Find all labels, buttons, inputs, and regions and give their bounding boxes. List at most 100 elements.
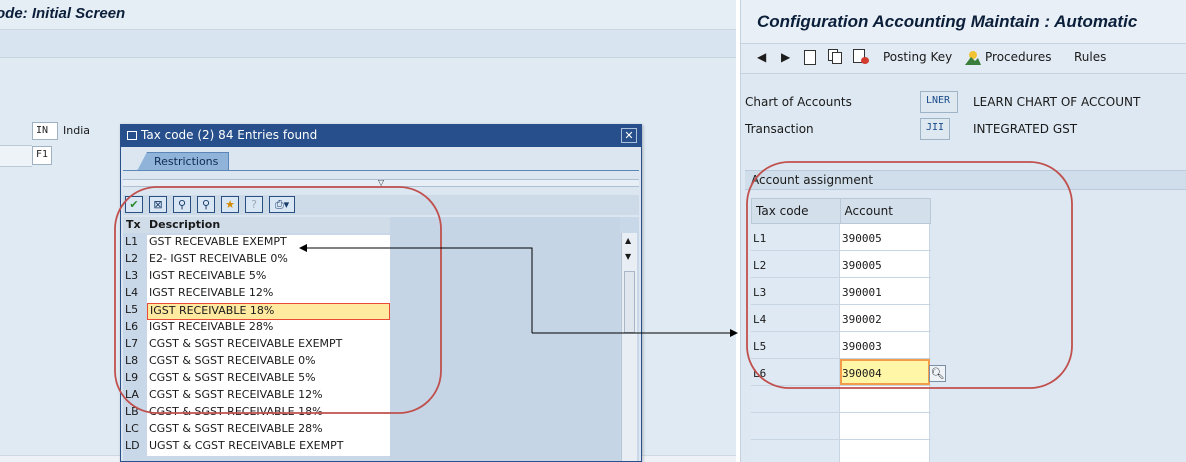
help-icon[interactable]: ? bbox=[245, 196, 263, 213]
description-cell: IGST RECEIVABLE 18% bbox=[147, 303, 390, 320]
rules-button[interactable]: Rules bbox=[1074, 50, 1106, 64]
description-cell: CGST & SGST RECEIVABLE EXEMPT bbox=[147, 337, 390, 354]
table-row: L5 390003 bbox=[751, 332, 931, 359]
list-item[interactable]: L6 IGST RECEIVABLE 28% bbox=[123, 319, 390, 337]
right-title-bar: Configuration Accounting Maintain : Auto… bbox=[741, 0, 1186, 44]
tax-code-cell: L6 bbox=[751, 359, 840, 385]
tax-code-cell: L1 bbox=[751, 224, 840, 250]
scroll-thumb[interactable] bbox=[624, 271, 635, 333]
expand-toggle-icon[interactable]: ▽ bbox=[378, 178, 384, 187]
tax-code-cell: LD bbox=[125, 439, 140, 452]
col-tax-code-header[interactable]: Tax code bbox=[752, 199, 841, 223]
header-tx[interactable]: Tx bbox=[126, 218, 141, 231]
account-input[interactable]: 390005 bbox=[840, 224, 930, 250]
right-screen: Configuration Accounting Maintain : Auto… bbox=[740, 0, 1186, 462]
tax-code-dialog: Tax code (2) 84 Entries found ✕ Restrict… bbox=[120, 124, 642, 462]
tax-code-cell: L4 bbox=[751, 305, 840, 331]
table-row: L3 390001 bbox=[751, 278, 931, 305]
tax-code-cell: L5 bbox=[125, 303, 139, 316]
description-cell: CGST & SGST RECEIVABLE 12% bbox=[147, 388, 390, 405]
list-item[interactable]: L4 IGST RECEIVABLE 12% bbox=[123, 285, 390, 303]
check-icon[interactable]: ✔ bbox=[125, 196, 143, 213]
tax-code-cell: L1 bbox=[125, 235, 139, 248]
tax-code-cell: L6 bbox=[125, 320, 139, 333]
cancel-icon[interactable]: ⊠ bbox=[149, 196, 167, 213]
col-account-header[interactable]: Account bbox=[841, 199, 931, 223]
account-input[interactable]: 390005 bbox=[840, 251, 930, 277]
description-cell: CGST & SGST RECEIVABLE 28% bbox=[147, 422, 390, 439]
table-row-empty bbox=[751, 440, 931, 462]
previous-icon[interactable]: ◀ bbox=[757, 50, 766, 64]
dialog-title: Tax code (2) 84 Entries found bbox=[141, 128, 318, 142]
search-help-icon[interactable]: 🔍︎ bbox=[929, 365, 946, 382]
find-icon[interactable]: ⚲ bbox=[173, 196, 191, 213]
favorite-add-icon[interactable]: ★ bbox=[221, 196, 239, 213]
list-item[interactable]: L9 CGST & SGST RECEIVABLE 5% bbox=[123, 370, 390, 388]
scroll-up-icon[interactable]: ▲ bbox=[625, 236, 631, 245]
account-input[interactable]: 390002 bbox=[840, 305, 930, 331]
table-row: L4 390002 bbox=[751, 305, 931, 332]
table-row-empty bbox=[751, 386, 931, 413]
list-header: Tx Description bbox=[123, 217, 390, 233]
left-screen-title: ode: Initial Screen bbox=[0, 5, 126, 22]
close-icon[interactable]: ✕ bbox=[621, 128, 637, 143]
list-item[interactable]: L8 CGST & SGST RECEIVABLE 0% bbox=[123, 353, 390, 371]
table-row: L6 390004 bbox=[751, 359, 931, 386]
list-item[interactable]: LD UGST & CGST RECEIVABLE EXEMPT bbox=[123, 438, 390, 456]
transaction-label: Transaction bbox=[745, 122, 814, 136]
tax-code-cell: LB bbox=[125, 405, 139, 418]
tax-code-cell: L7 bbox=[125, 337, 139, 350]
tax-code-cell: L5 bbox=[751, 332, 840, 358]
country-code-field[interactable]: IN bbox=[32, 122, 58, 140]
account-input[interactable]: 390003 bbox=[840, 332, 930, 358]
tax-code-cell: L9 bbox=[125, 371, 139, 384]
list-item[interactable]: LC CGST & SGST RECEIVABLE 28% bbox=[123, 421, 390, 439]
description-cell: UGST & CGST RECEIVABLE EXEMPT bbox=[147, 439, 390, 456]
vertical-scrollbar[interactable]: ▲ ▼ bbox=[621, 233, 637, 461]
table-row-empty bbox=[751, 413, 931, 440]
list-item[interactable]: L5 IGST RECEIVABLE 18% bbox=[123, 302, 390, 320]
tab-restrictions[interactable]: Restrictions bbox=[137, 152, 229, 171]
right-toolbar: ◀ ▶ Posting Key Procedures Rules bbox=[741, 44, 1186, 74]
description-cell: IGST RECEIVABLE 12% bbox=[147, 286, 390, 303]
list-item[interactable]: L1 GST RECEVABLE EXEMPT bbox=[123, 234, 390, 252]
chart-of-accounts-field[interactable]: LNER bbox=[920, 91, 958, 113]
account-input[interactable]: 390001 bbox=[840, 278, 930, 304]
account-assignment-table: Tax code Account L1 390005 L2 390005 L3 39000… bbox=[751, 198, 931, 462]
chart-of-accounts-label: Chart of Accounts bbox=[745, 95, 852, 109]
description-cell: CGST & SGST RECEIVABLE 5% bbox=[147, 371, 390, 388]
list-item[interactable]: L7 CGST & SGST RECEIVABLE EXEMPT bbox=[123, 336, 390, 354]
table-row: L2 390005 bbox=[751, 251, 931, 278]
next-icon[interactable]: ▶ bbox=[781, 50, 790, 64]
copy-icon[interactable] bbox=[828, 49, 842, 64]
second-field[interactable]: F1 bbox=[32, 146, 52, 165]
find-next-icon[interactable]: ⚲ bbox=[197, 196, 215, 213]
account-input[interactable]: 390004 bbox=[840, 359, 930, 385]
table-row: L1 390005 bbox=[751, 224, 931, 251]
print-icon[interactable]: ⎙▾ bbox=[269, 196, 295, 213]
list-item[interactable]: LA CGST & SGST RECEIVABLE 12% bbox=[123, 387, 390, 405]
list-item[interactable]: L3 IGST RECEIVABLE 5% bbox=[123, 268, 390, 286]
posting-key-button[interactable]: Posting Key bbox=[883, 50, 952, 64]
tax-code-cell: L3 bbox=[751, 278, 840, 304]
chart-of-accounts-text: LEARN CHART OF ACCOUNT bbox=[973, 95, 1141, 109]
left-title-bar: ode: Initial Screen bbox=[0, 0, 736, 30]
tax-code-list: Tx Description L1 GST RECEVABLE EXEMPT L2 E… bbox=[123, 217, 639, 461]
country-name-text: India bbox=[63, 124, 90, 137]
tax-code-cell: LC bbox=[125, 422, 139, 435]
dialog-icon-bar: ✔ ⊠ ⚲ ⚲ ★ ? ⎙▾ bbox=[123, 195, 639, 215]
header-description[interactable]: Description bbox=[149, 218, 220, 231]
tax-code-cell: L2 bbox=[125, 252, 139, 265]
new-entry-icon[interactable] bbox=[804, 50, 816, 65]
description-cell: CGST & SGST RECEIVABLE 0% bbox=[147, 354, 390, 371]
scroll-down-icon[interactable]: ▼ bbox=[625, 252, 631, 261]
delete-icon[interactable] bbox=[853, 49, 869, 65]
restrictions-collapse-bar[interactable]: ▽ bbox=[123, 178, 639, 187]
procedures-button[interactable]: Procedures bbox=[985, 50, 1052, 64]
tax-code-cell: L2 bbox=[751, 251, 840, 277]
list-item[interactable]: LB CGST & SGST RECEIVABLE 18% bbox=[123, 404, 390, 422]
transaction-field[interactable]: JII bbox=[920, 118, 950, 140]
right-screen-title: Configuration Accounting Maintain : Auto… bbox=[757, 12, 1138, 31]
list-item[interactable]: L2 E2- IGST RECEIVABLE 0% bbox=[123, 251, 390, 269]
tax-code-cell: L3 bbox=[125, 269, 139, 282]
